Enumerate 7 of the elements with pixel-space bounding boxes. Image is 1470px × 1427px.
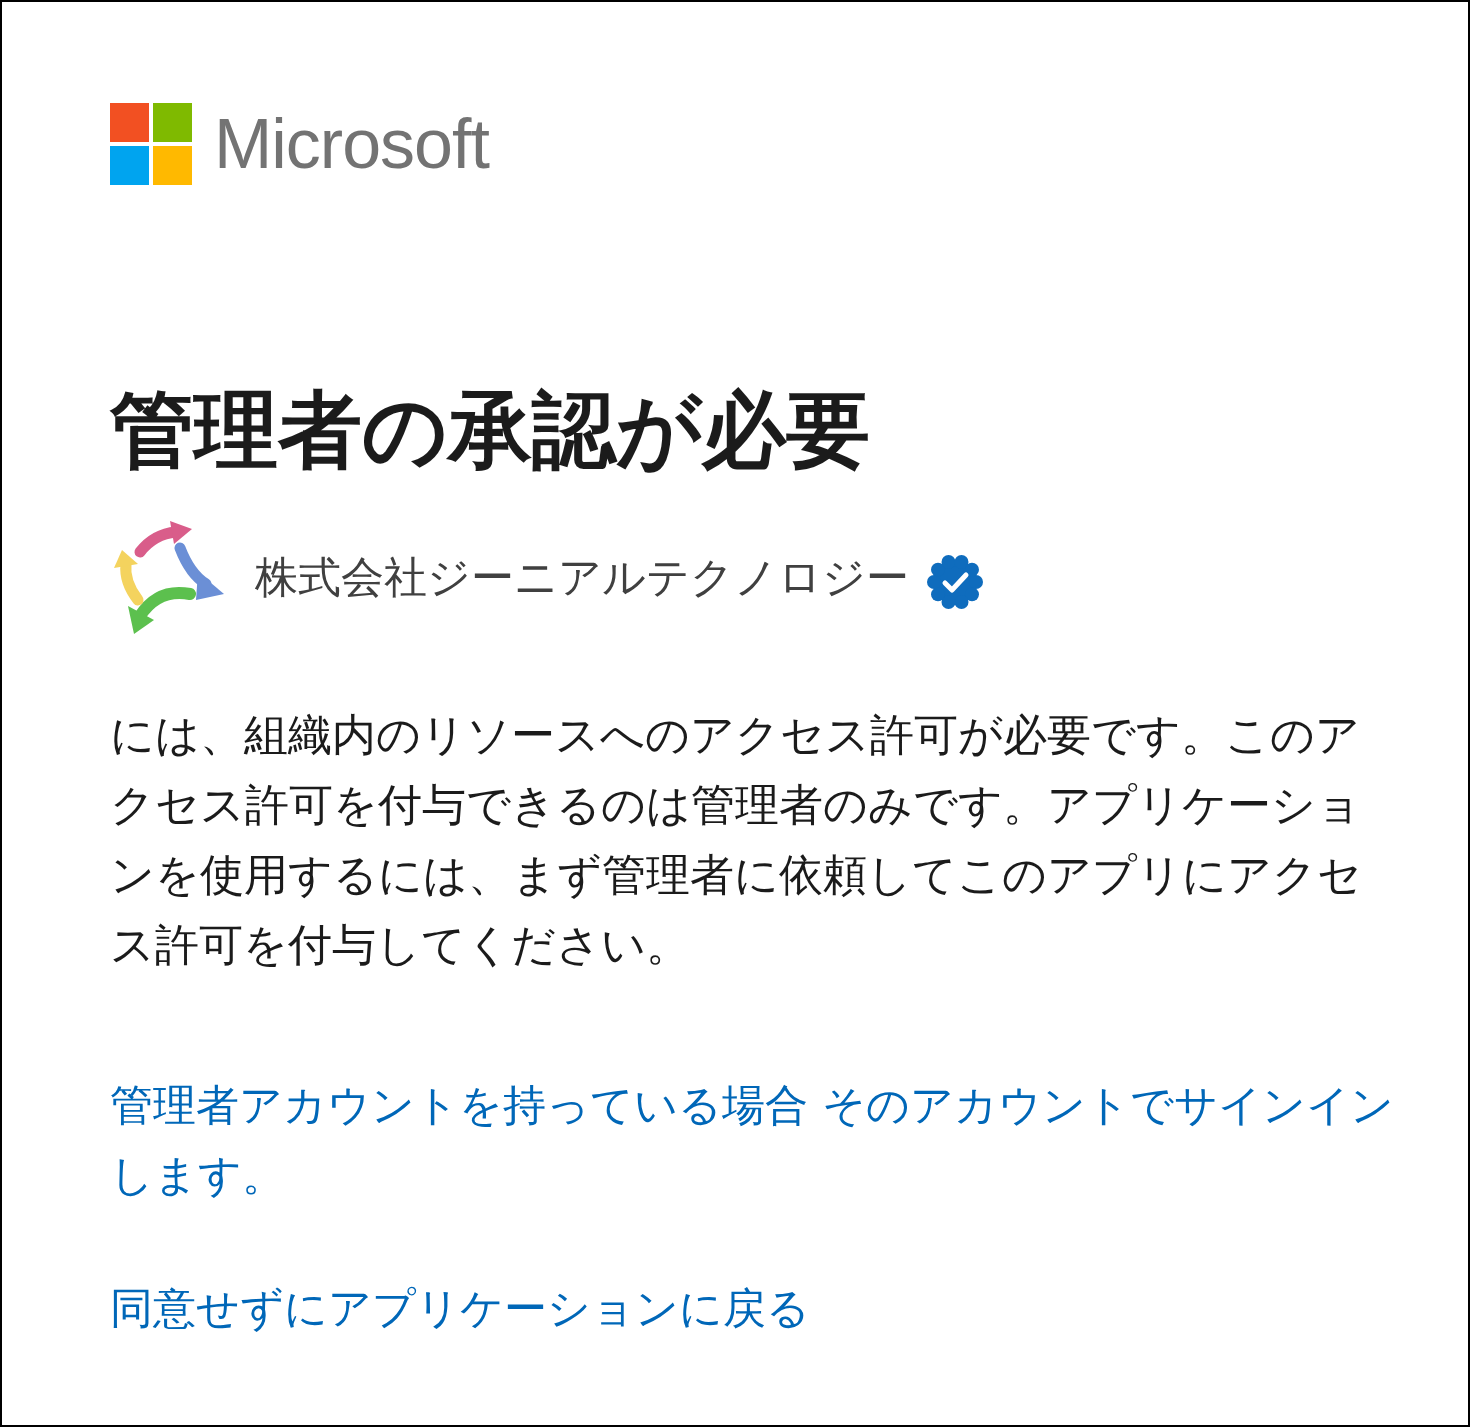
brand-name: Microsoft — [214, 109, 489, 179]
sign-in-link[interactable]: 管理者アカウントを持っている場合 そのアカウントでサインインします。 — [110, 1070, 1395, 1210]
app-name: 株式会社ジーニアルテクノロジー — [255, 550, 909, 604]
four-squares-logo-icon — [110, 103, 192, 185]
return-link[interactable]: 同意せずにアプリケーションに戻る — [110, 1273, 1395, 1343]
message-text: には、組織内のリソースへのアクセス許可が必要です。このアクセス許可を付与できるのは管理者のみです。アプリケーションを使用するには、まず管理者に依頼してこのアプリにアクセス許可を付与してください。 — [110, 708, 1363, 972]
page-title: 管理者の承認が必要 — [110, 380, 870, 481]
